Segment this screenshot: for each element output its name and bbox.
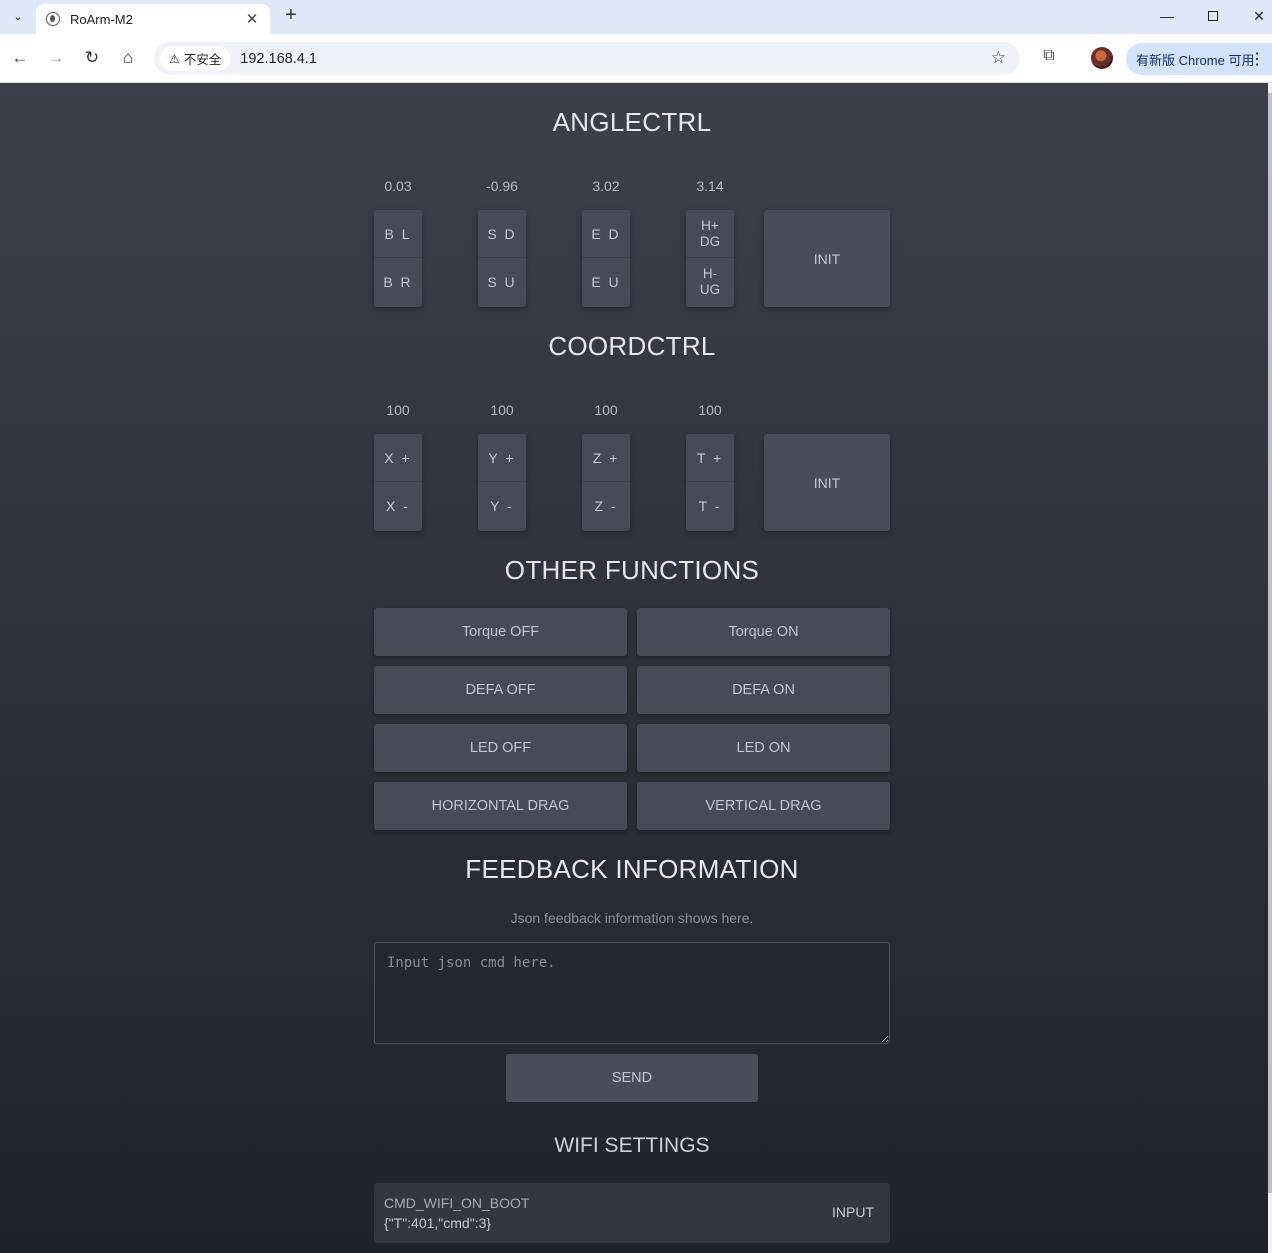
tab-title: RoArm-M2: [70, 11, 133, 27]
url-text[interactable]: 192.168.4.1: [240, 51, 317, 67]
angle-init-button[interactable]: INIT: [764, 210, 890, 307]
shoulder-control: S D S U: [478, 210, 526, 307]
json-cmd-input[interactable]: [374, 942, 890, 1044]
led-on-button[interactable]: LED ON: [637, 724, 890, 772]
defa-off-button[interactable]: DEFA OFF: [374, 666, 627, 714]
led-off-button[interactable]: LED OFF: [374, 724, 627, 772]
z-plus-button[interactable]: Z +: [582, 434, 630, 482]
x-minus-button[interactable]: X -: [374, 482, 422, 530]
more-menu-icon[interactable]: ⋮: [1249, 49, 1265, 69]
wifi-settings-title: WIFI SETTINGS: [554, 1134, 710, 1157]
wifi-cmd-json: {"T":401,"cmd":3}: [384, 1215, 492, 1231]
torque-on-button[interactable]: Torque ON: [637, 608, 890, 656]
angle-value-shoulder: -0.96: [486, 178, 518, 194]
hand-control: H+ DG H- UG: [686, 210, 734, 307]
maximize-button[interactable]: [1190, 0, 1236, 32]
close-window-button[interactable]: ✕: [1236, 0, 1272, 32]
shoulder-down-button[interactable]: S D: [478, 210, 526, 258]
extensions-puzzle-icon[interactable]: ⧉: [1038, 47, 1060, 69]
update-label: 有新版 Chrome 可用: [1136, 52, 1255, 68]
t-plus-button[interactable]: T +: [686, 434, 734, 482]
hand-ungrab-button[interactable]: H- UG: [686, 258, 734, 306]
elbow-control: E D E U: [582, 210, 630, 307]
coord-value-y: 100: [490, 402, 514, 418]
coord-value-t: 100: [698, 402, 722, 418]
angle-value-hand: 3.14: [696, 178, 724, 194]
coord-value-z: 100: [594, 402, 618, 418]
torque-off-button[interactable]: Torque OFF: [374, 608, 627, 656]
wifi-cmd-name: CMD_WIFI_ON_BOOT: [384, 1195, 530, 1211]
feedback-title: FEEDBACK INFORMATION: [465, 854, 799, 884]
security-label: 不安全: [183, 53, 222, 67]
anglectrl-title: ANGLECTRL: [552, 107, 712, 137]
elbow-down-button[interactable]: E D: [582, 210, 630, 258]
browser-toolbar: ← → ↻ ⌂ ⚠ 不安全 192.168.4.1 ☆ ⧉ 有新版 Chrome…: [0, 34, 1272, 83]
profile-avatar[interactable]: [1091, 47, 1113, 69]
tab-close-icon[interactable]: ✕: [244, 10, 260, 28]
base-right-button[interactable]: B R: [374, 258, 422, 306]
angle-value-base: 0.03: [384, 178, 412, 194]
feedback-output: Json feedback information shows here.: [510, 910, 754, 926]
reload-icon[interactable]: ↻: [81, 47, 103, 69]
globe-icon: [46, 12, 60, 26]
minimize-button[interactable]: —: [1144, 0, 1190, 32]
tab-search-button[interactable]: ⌄: [6, 5, 30, 27]
elbow-up-button[interactable]: E U: [582, 258, 630, 306]
send-button[interactable]: SEND: [506, 1054, 758, 1102]
security-indicator[interactable]: ⚠ 不安全: [160, 46, 231, 71]
y-minus-button[interactable]: Y -: [478, 482, 526, 530]
wifi-input-button[interactable]: INPUT: [832, 1204, 874, 1220]
address-bar[interactable]: ⚠ 不安全 192.168.4.1 ☆: [154, 42, 1020, 75]
x-plus-button[interactable]: X +: [374, 434, 422, 482]
y-control: Y + Y -: [478, 434, 526, 531]
other-functions-title: OTHER FUNCTIONS: [504, 555, 760, 585]
new-tab-button[interactable]: +: [280, 5, 302, 27]
home-icon[interactable]: ⌂: [117, 47, 139, 69]
scrollbar[interactable]: [1268, 83, 1272, 1253]
coord-value-x: 100: [386, 402, 410, 418]
x-control: X + X -: [374, 434, 422, 531]
t-control: T + T -: [686, 434, 734, 531]
scrollbar-thumb[interactable]: [1268, 93, 1272, 1193]
z-control: Z + Z -: [582, 434, 630, 531]
browser-tab[interactable]: RoArm-M2 ✕: [36, 4, 270, 34]
base-control: B L B R: [374, 210, 422, 307]
coordctrl-title: COORDCTRL: [548, 331, 716, 361]
tab-strip: ⌄ RoArm-M2 ✕ + — ✕: [0, 0, 1272, 34]
z-minus-button[interactable]: Z -: [582, 482, 630, 530]
hand-grab-button[interactable]: H+ DG: [686, 210, 734, 258]
base-left-button[interactable]: B L: [374, 210, 422, 258]
forward-arrow-icon[interactable]: →: [45, 47, 67, 69]
shoulder-up-button[interactable]: S U: [478, 258, 526, 306]
bookmark-star-icon[interactable]: ☆: [991, 48, 1006, 68]
warning-icon: ⚠: [169, 51, 180, 66]
y-plus-button[interactable]: Y +: [478, 434, 526, 482]
t-minus-button[interactable]: T -: [686, 482, 734, 530]
wifi-cmd-row: CMD_WIFI_ON_BOOT {"T":401,"cmd":3} INPUT: [374, 1183, 890, 1243]
defa-on-button[interactable]: DEFA ON: [637, 666, 890, 714]
horizontal-drag-button[interactable]: HORIZONTAL DRAG: [374, 782, 627, 830]
angle-value-elbow: 3.02: [592, 178, 620, 194]
update-chrome-button[interactable]: 有新版 Chrome 可用 ⋮: [1126, 43, 1272, 75]
coord-init-button[interactable]: INIT: [764, 434, 890, 531]
back-arrow-icon[interactable]: ←: [9, 47, 31, 69]
vertical-drag-button[interactable]: VERTICAL DRAG: [637, 782, 890, 830]
